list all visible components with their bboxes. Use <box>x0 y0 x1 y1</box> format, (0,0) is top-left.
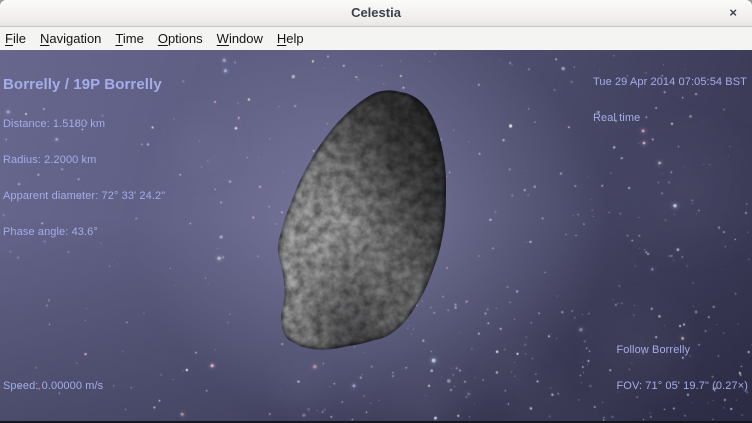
borrelly-nucleus[interactable] <box>250 80 460 360</box>
menu-bar: File Navigation Time Options Window Help <box>0 27 752 50</box>
speed-text: Speed: 0.00000 m/s <box>3 380 103 392</box>
titlebar[interactable]: Celestia × <box>0 0 752 27</box>
menu-window[interactable]: Window <box>210 28 270 49</box>
selection-apparent-diameter: Apparent diameter: 72° 33' 24.2" <box>3 190 165 202</box>
follow-mode-text: Follow Borrelly <box>616 344 748 356</box>
menu-navigation[interactable]: Navigation <box>33 28 108 49</box>
window-title: Celestia <box>0 0 752 26</box>
menu-time[interactable]: Time <box>108 28 150 49</box>
selection-title: Borrelly / 19P Borrelly <box>3 76 165 93</box>
speed-info: Speed: 0.00000 m/s <box>3 356 103 416</box>
menu-help[interactable]: Help <box>270 28 311 49</box>
menu-file[interactable]: File <box>0 28 33 49</box>
selection-phase-angle: Phase angle: 43.6° <box>3 226 165 238</box>
close-icon[interactable]: × <box>726 0 740 26</box>
fov-text: FOV: 71° 05' 19.7" (0.27×) <box>616 380 748 392</box>
selection-radius: Radius: 2.2000 km <box>3 154 165 166</box>
datetime-info: Tue 29 Apr 2014 07:05:54 BST Real time <box>593 52 747 148</box>
time-mode-text: Real time <box>593 112 747 124</box>
follow-fov-info: Follow Borrelly FOV: 71° 05' 19.7" (0.27… <box>616 320 748 416</box>
selection-distance: Distance: 1.5180 km <box>3 118 165 130</box>
datetime-text: Tue 29 Apr 2014 07:05:54 BST <box>593 76 747 88</box>
menu-options[interactable]: Options <box>151 28 210 49</box>
space-viewport[interactable]: Borrelly / 19P Borrelly Distance: 1.5180… <box>0 50 752 423</box>
celestia-window: Celestia × File Navigation Time Options … <box>0 0 752 423</box>
selection-info: Borrelly / 19P Borrelly Distance: 1.5180… <box>3 52 165 262</box>
